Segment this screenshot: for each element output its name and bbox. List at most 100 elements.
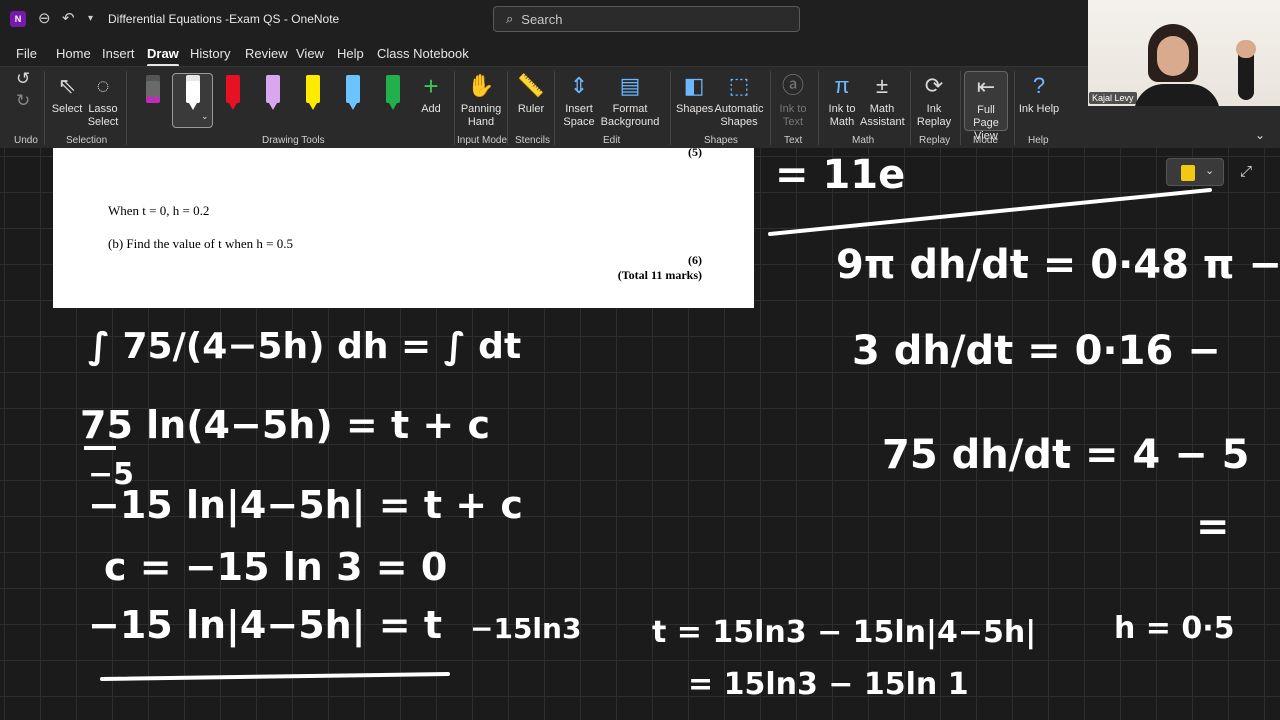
chevron-down-icon: ⌄ bbox=[1205, 165, 1215, 177]
panning-hand-button[interactable]: ✋ Panning Hand bbox=[460, 73, 502, 129]
collapse-ribbon-chevron-icon[interactable]: ⌄ bbox=[1255, 128, 1265, 142]
pen-green[interactable] bbox=[386, 75, 400, 110]
participant-face bbox=[1157, 36, 1189, 76]
full-page-view-icon: ⇤ bbox=[976, 74, 996, 99]
group-label-undo: Undo bbox=[14, 135, 38, 146]
separator bbox=[670, 71, 671, 145]
help-question-icon: ? bbox=[1032, 73, 1046, 98]
group-label-replay: Replay bbox=[919, 135, 951, 146]
lasso-select-button[interactable]: ◌ Lasso Select bbox=[86, 73, 120, 129]
pen-purple[interactable] bbox=[146, 75, 160, 109]
group-label-math: Math bbox=[852, 135, 875, 146]
menu-view[interactable]: View bbox=[296, 46, 324, 61]
ink-line-4: c = −15 ln 3 = 0 bbox=[104, 545, 447, 589]
group-label-help: Help bbox=[1028, 135, 1049, 146]
separator bbox=[126, 71, 127, 145]
lasso-label: Lasso Select bbox=[87, 103, 119, 128]
hand-icon: ✋ bbox=[467, 73, 495, 98]
group-label-stencils: Stencils bbox=[515, 135, 551, 146]
replay-icon: ⟳ bbox=[924, 73, 944, 98]
onenote-app-icon: N bbox=[10, 11, 26, 27]
group-label-input-mode: Input Mode bbox=[457, 135, 508, 146]
separator bbox=[960, 71, 961, 145]
menu-draw[interactable]: Draw bbox=[147, 46, 179, 67]
ink-line-5-addition: −15ln3 bbox=[470, 612, 581, 645]
search-icon: ⌕ bbox=[506, 11, 514, 26]
select-button[interactable]: ⇖ Select bbox=[50, 73, 84, 116]
ink-help-button[interactable]: ? Ink Help bbox=[1018, 73, 1060, 116]
ink-bottom-h-value: h = 0·5 bbox=[1114, 611, 1235, 646]
ink-bottom-line-1: t = 15ln3 − 15ln|4−5h| bbox=[652, 615, 1036, 650]
menu-history[interactable]: History bbox=[190, 46, 230, 61]
highlighter-yellow[interactable] bbox=[306, 75, 320, 110]
participant-torso bbox=[1134, 84, 1220, 106]
ink-line-5: −15 ln|4−5h| = t bbox=[88, 603, 442, 648]
ink-to-text-icon: ⓐ bbox=[781, 73, 804, 98]
quick-access-dropdown-icon[interactable]: ▾ bbox=[88, 13, 93, 24]
automatic-shapes-button[interactable]: ⬚ Automatic Shapes bbox=[714, 73, 764, 129]
automatic-shapes-label: Automatic Shapes bbox=[714, 103, 764, 128]
pen-red[interactable] bbox=[226, 75, 240, 110]
ruler-button[interactable]: 📏 Ruler bbox=[514, 73, 548, 116]
insert-space-button[interactable]: ⇕ Insert Space bbox=[560, 73, 598, 129]
full-page-view-button[interactable]: ⇤ Full Page View bbox=[964, 71, 1008, 142]
separator bbox=[1014, 71, 1015, 145]
pi-icon: π bbox=[834, 73, 850, 98]
shapes-icon: ◧ bbox=[683, 73, 705, 98]
back-icon[interactable]: ⊖ bbox=[38, 9, 51, 27]
ink-right-line-4: 75 dh/dt = 4 − 5 bbox=[882, 432, 1249, 478]
undo-button[interactable]: ↺ bbox=[16, 69, 30, 93]
ink-right-line-3: 3 dh/dt = 0·16 − bbox=[852, 328, 1221, 374]
menu-file[interactable]: File bbox=[16, 46, 37, 61]
pen-white[interactable] bbox=[186, 75, 200, 110]
shapes-button[interactable]: ◧ Shapes bbox=[676, 73, 714, 116]
ink-right-line-1: = 11e bbox=[775, 152, 905, 198]
ink-underline bbox=[100, 672, 450, 681]
group-label-edit: Edit bbox=[603, 135, 621, 146]
menu-insert[interactable]: Insert bbox=[102, 46, 135, 61]
menu-help[interactable]: Help bbox=[337, 46, 364, 61]
undo-arrow-icon: ↺ bbox=[16, 69, 31, 88]
notebook-icon bbox=[1181, 165, 1195, 181]
pen-lavender[interactable] bbox=[266, 75, 280, 110]
panning-label: Panning Hand bbox=[460, 103, 502, 128]
notebook-switcher-button[interactable]: ⌄ bbox=[1166, 158, 1224, 186]
redo-arrow-icon: ↻ bbox=[16, 91, 31, 110]
insert-space-icon: ⇕ bbox=[569, 73, 589, 98]
format-background-icon: ▤ bbox=[619, 73, 641, 98]
menu-home[interactable]: Home bbox=[56, 46, 91, 61]
menu-class-notebook[interactable]: Class Notebook bbox=[377, 46, 469, 61]
group-label-shapes: Shapes bbox=[704, 135, 738, 146]
group-label-selection: Selection bbox=[66, 135, 108, 146]
ink-to-text-button: ⓐ Ink to Text bbox=[776, 73, 810, 129]
search-input[interactable]: ⌕ Search bbox=[493, 6, 800, 32]
format-background-label: Format Background bbox=[600, 103, 660, 128]
group-label-text: Text bbox=[784, 135, 803, 146]
pen-options-chevron-icon[interactable]: ⌄ bbox=[201, 111, 209, 122]
shapes-label: Shapes bbox=[676, 103, 714, 115]
math-assistant-button[interactable]: ± Math Assistant bbox=[860, 73, 905, 129]
ink-replay-button[interactable]: ⟳ Ink Replay bbox=[916, 73, 952, 129]
separator bbox=[507, 71, 508, 145]
pen-blue[interactable] bbox=[346, 75, 360, 110]
ink-line-3: −15 ln|4−5h| = t + c bbox=[88, 483, 523, 528]
expand-diagonal-icon[interactable]: ⤢ bbox=[1240, 163, 1252, 180]
select-label: Select bbox=[51, 103, 83, 115]
menu-review[interactable]: Review bbox=[245, 46, 288, 61]
ink-to-math-button[interactable]: π Ink to Math bbox=[824, 73, 860, 129]
participant-name-label: Kajal Levy bbox=[1089, 92, 1137, 104]
undo-icon[interactable]: ↶ bbox=[62, 9, 75, 27]
redo-button[interactable]: ↻ bbox=[16, 91, 30, 115]
add-pen-button[interactable]: + Add bbox=[416, 73, 446, 116]
math-assistant-label: Math Assistant bbox=[860, 103, 905, 128]
participant-hand bbox=[1236, 40, 1256, 58]
ink-to-text-label: Ink to Text bbox=[779, 103, 807, 128]
ink-line-2: 75 ln(4−5h) = t + c bbox=[80, 403, 490, 447]
document-title: Differential Equations -Exam QS - OneNot… bbox=[108, 12, 340, 26]
format-background-button[interactable]: ▤ Format Background bbox=[598, 73, 662, 129]
ink-bottom-line-2: = 15ln3 − 15ln 1 bbox=[688, 667, 969, 702]
automatic-shapes-icon: ⬚ bbox=[728, 73, 750, 98]
ink-right-line-2: 9π dh/dt = 0·48 π − bbox=[836, 242, 1280, 288]
math-operators-icon: ± bbox=[875, 73, 889, 98]
separator bbox=[44, 71, 45, 145]
